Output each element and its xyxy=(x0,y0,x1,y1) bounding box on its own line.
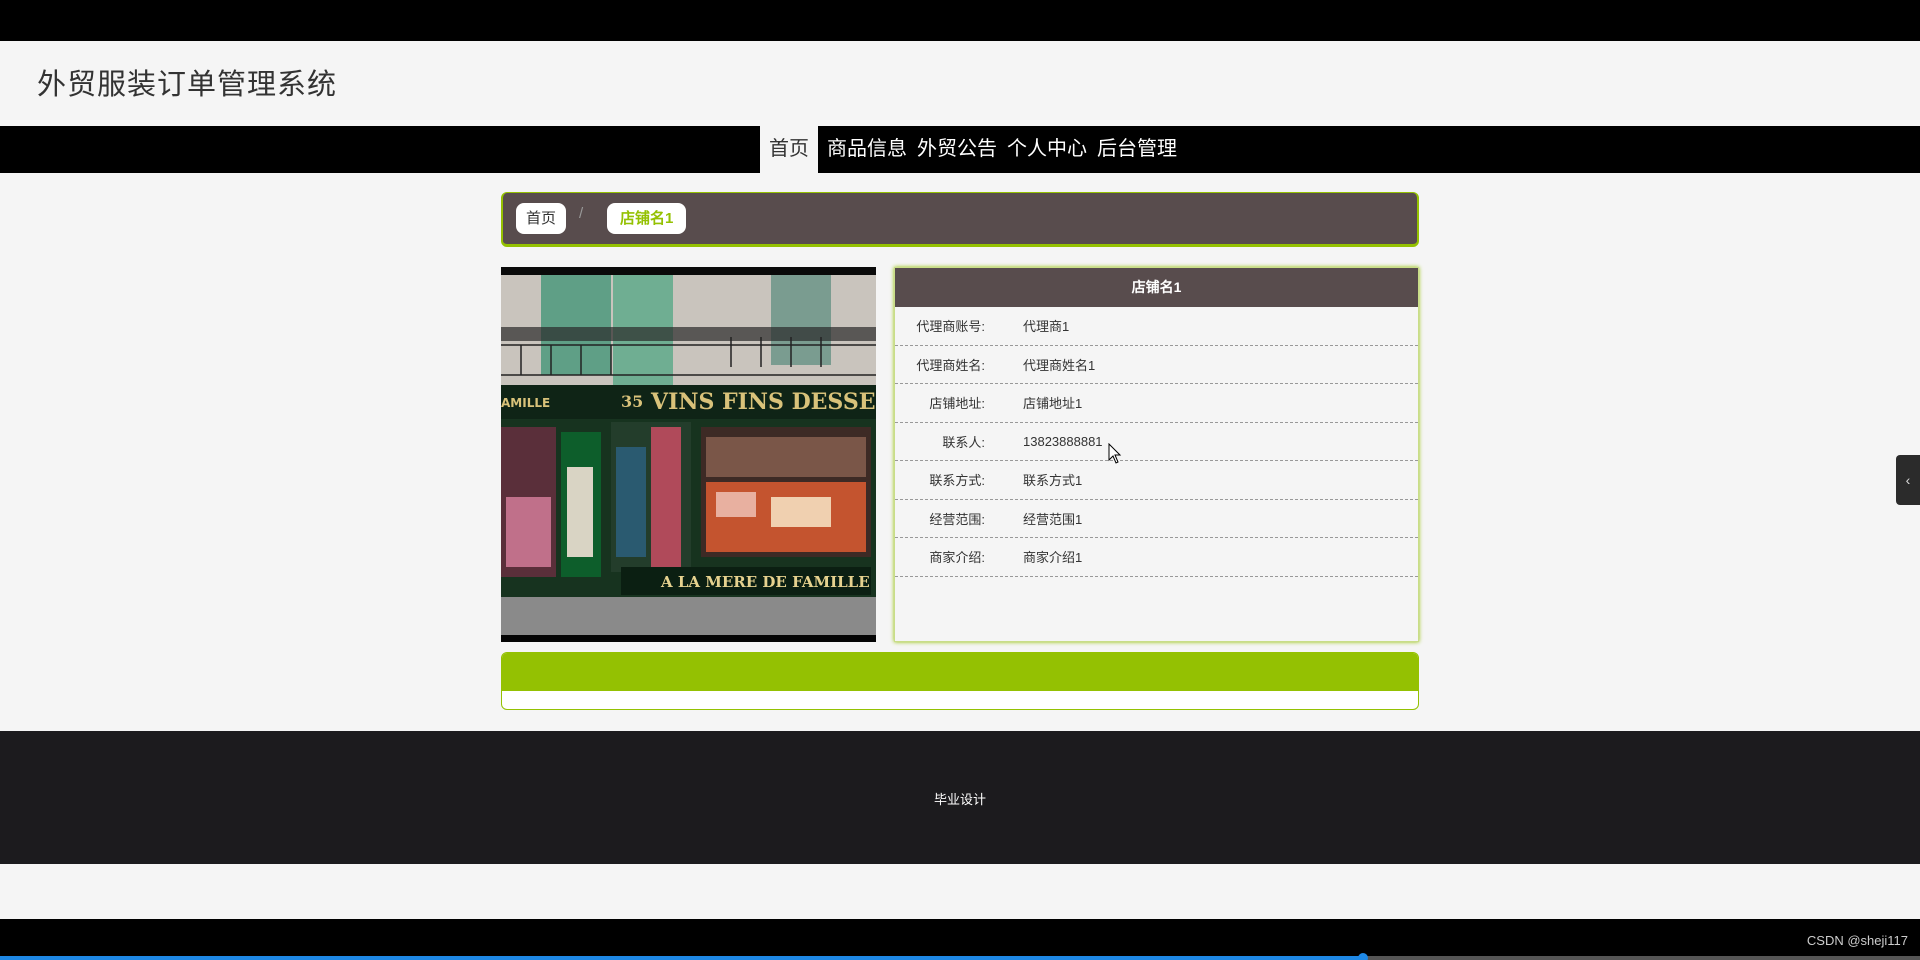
site-header: 外贸服装订单管理系统 xyxy=(0,41,1920,126)
nav-item-home[interactable]: 首页 xyxy=(760,126,818,173)
info-value: 经营范围1 xyxy=(1023,511,1083,527)
side-toggle-button[interactable]: ‹ xyxy=(1896,455,1920,505)
info-row-agent-name: 代理商姓名: 代理商姓名1 xyxy=(895,346,1418,384)
info-label: 经营范围: xyxy=(929,511,985,527)
info-row-shop-address: 店铺地址: 店铺地址1 xyxy=(895,384,1418,423)
info-value: 商家介绍1 xyxy=(1023,550,1083,566)
info-label: 联系方式: xyxy=(929,473,985,489)
watermark: CSDN @sheji117 xyxy=(1806,933,1908,948)
info-row-contact-method: 联系方式: 联系方式1 xyxy=(895,461,1418,500)
breadcrumb-home-link[interactable]: 首页 xyxy=(516,203,567,234)
shop-name-heading: 店铺名1 xyxy=(895,268,1418,307)
shop-photo: VINS FINS DESSER 35 AMILLE A LA MERE DE … xyxy=(501,267,876,642)
info-value: 联系方式1 xyxy=(1023,473,1083,489)
mouse-cursor-icon xyxy=(1108,443,1122,464)
nav-item-admin[interactable]: 后台管理 xyxy=(1092,126,1182,173)
page: 外贸服装订单管理系统 首页 商品信息 外贸公告 个人中心 后台管理 首页 / 店… xyxy=(0,41,1920,919)
info-label: 联系人: xyxy=(942,434,985,450)
info-value: 代理商1 xyxy=(1023,319,1070,335)
info-value: 代理商姓名1 xyxy=(1023,357,1096,373)
info-label: 店铺地址: xyxy=(929,396,985,412)
svg-text:VINS FINS DESSER: VINS FINS DESSER xyxy=(650,389,876,415)
info-row-contact-person: 联系人: 13823888881 xyxy=(895,423,1418,461)
footer-text: 毕业设计 xyxy=(933,792,986,807)
info-value: 店铺地址1 xyxy=(1023,396,1083,412)
nav-item-products[interactable]: 商品信息 xyxy=(822,126,912,173)
video-progress-handle[interactable] xyxy=(1358,953,1369,960)
info-label: 商家介绍: xyxy=(929,550,985,566)
nav-item-announcements[interactable]: 外贸公告 xyxy=(912,126,1002,173)
site-title: 外贸服装订单管理系统 xyxy=(37,69,338,101)
shop-info-panel: 店铺名1 代理商账号: 代理商1 代理商姓名: 代理商姓名1 店铺地址: 店铺地… xyxy=(894,267,1419,642)
info-row-agent-account: 代理商账号: 代理商1 xyxy=(895,307,1418,346)
svg-text:A LA MERE DE FAMILLE: A LA MERE DE FAMILLE xyxy=(660,573,870,591)
info-label: 代理商姓名: xyxy=(916,357,985,373)
video-progress-fill xyxy=(0,956,1364,960)
chevron-left-icon: ‹ xyxy=(1905,472,1911,488)
detail-section-header xyxy=(502,653,1418,691)
svg-text:AMILLE: AMILLE xyxy=(501,396,550,410)
breadcrumb: 首页 / 店铺名1 xyxy=(501,192,1419,247)
breadcrumb-separator: / xyxy=(579,205,584,222)
info-row-merchant-intro: 商家介绍: 商家介绍1 xyxy=(895,538,1418,577)
main-nav: 首页 商品信息 外贸公告 个人中心 后台管理 xyxy=(0,126,1920,173)
info-row-business-scope: 经营范围: 经营范围1 xyxy=(895,500,1418,538)
breadcrumb-current: 店铺名1 xyxy=(607,203,687,234)
video-progress-bar[interactable] xyxy=(0,953,1920,960)
nav-item-personal-center[interactable]: 个人中心 xyxy=(1002,126,1092,173)
svg-text:35: 35 xyxy=(621,392,643,411)
detail-section xyxy=(501,652,1419,710)
info-value: 13823888881 xyxy=(1023,433,1103,449)
info-label: 代理商账号: xyxy=(916,319,985,335)
footer: 毕业设计 xyxy=(0,731,1920,864)
